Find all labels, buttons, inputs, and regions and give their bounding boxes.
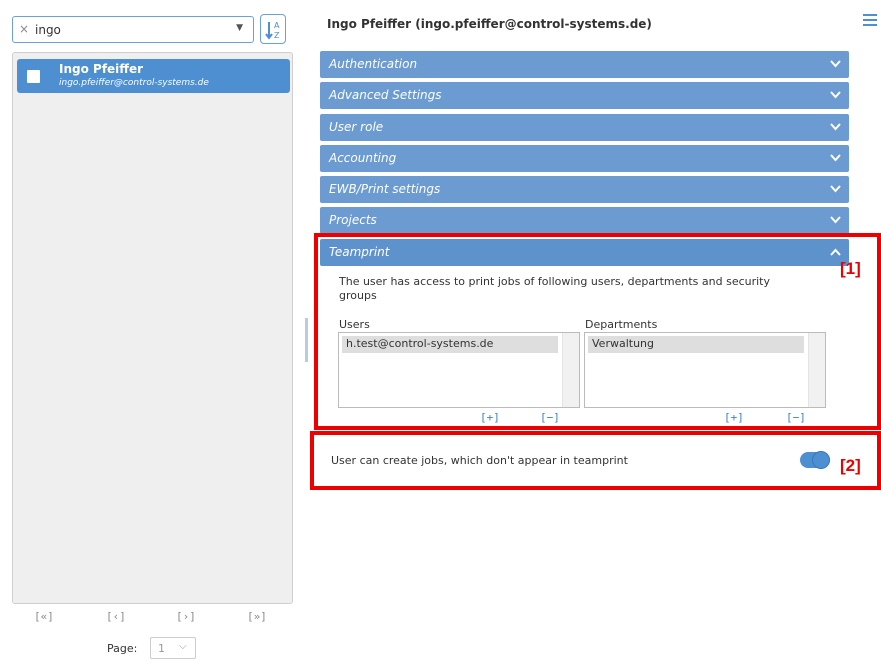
search-input[interactable] xyxy=(35,21,215,39)
pagination: [«] [‹] [›] [»] xyxy=(12,610,293,630)
user-list: Ingo Pfeiffer ingo.pfeiffer@control-syst… xyxy=(12,52,293,604)
prev-page-button[interactable]: [‹] xyxy=(106,610,126,623)
page-select[interactable]: 1 ⌵ xyxy=(150,637,196,659)
clear-search-icon[interactable]: × xyxy=(19,22,29,36)
chevron-down-icon: ⌵ xyxy=(179,641,187,652)
select-checkbox[interactable] xyxy=(27,70,40,83)
first-page-button[interactable]: [«] xyxy=(34,610,54,623)
panel-splitter-handle[interactable] xyxy=(305,318,308,362)
chevron-down-icon xyxy=(830,60,841,68)
callout-label-2: [2] xyxy=(840,456,861,475)
user-name: Ingo Pfeiffer xyxy=(59,62,144,76)
last-page-button[interactable]: [»] xyxy=(247,610,267,623)
section-label: Advanced Settings xyxy=(329,88,442,102)
section-label: User role xyxy=(329,120,384,134)
user-search-combobox[interactable]: × ▼ xyxy=(12,16,254,43)
hamburger-menu-icon[interactable] xyxy=(863,14,877,28)
sort-az-button[interactable]: A Z xyxy=(260,14,286,44)
user-email: ingo.pfeiffer@control-systems.de xyxy=(59,78,209,88)
list-item[interactable]: Ingo Pfeiffer ingo.pfeiffer@control-syst… xyxy=(17,59,290,93)
callout-box-2 xyxy=(310,431,881,490)
chevron-down-icon xyxy=(830,91,841,99)
section-advanced-settings[interactable]: Advanced Settings xyxy=(320,82,849,109)
chevron-down-icon xyxy=(830,123,841,131)
section-authentication[interactable]: Authentication xyxy=(320,51,849,78)
section-label: EWB/Print settings xyxy=(329,182,441,196)
chevron-down-icon xyxy=(830,216,841,224)
page-label: Page: xyxy=(107,642,138,655)
next-page-button[interactable]: [›] xyxy=(176,610,196,623)
page-title: Ingo Pfeiffer (ingo.pfeiffer@control-sys… xyxy=(327,17,652,31)
dropdown-arrow-icon[interactable]: ▼ xyxy=(236,23,243,33)
section-accounting[interactable]: Accounting xyxy=(320,145,849,172)
callout-box-1 xyxy=(314,233,881,430)
section-label: Projects xyxy=(329,213,377,227)
chevron-down-icon xyxy=(830,154,841,162)
sort-az-icon: A Z xyxy=(265,21,280,40)
section-label: Accounting xyxy=(329,151,397,165)
svg-text:Z: Z xyxy=(274,31,280,40)
chevron-down-icon xyxy=(830,185,841,193)
section-user-role[interactable]: User role xyxy=(320,114,849,141)
section-ewb-print-settings[interactable]: EWB/Print settings xyxy=(320,176,849,203)
section-label: Authentication xyxy=(329,57,418,71)
page-select-value: 1 xyxy=(158,642,165,655)
svg-text:A: A xyxy=(274,21,280,30)
section-projects[interactable]: Projects xyxy=(320,207,849,234)
callout-label-1: [1] xyxy=(840,259,861,278)
